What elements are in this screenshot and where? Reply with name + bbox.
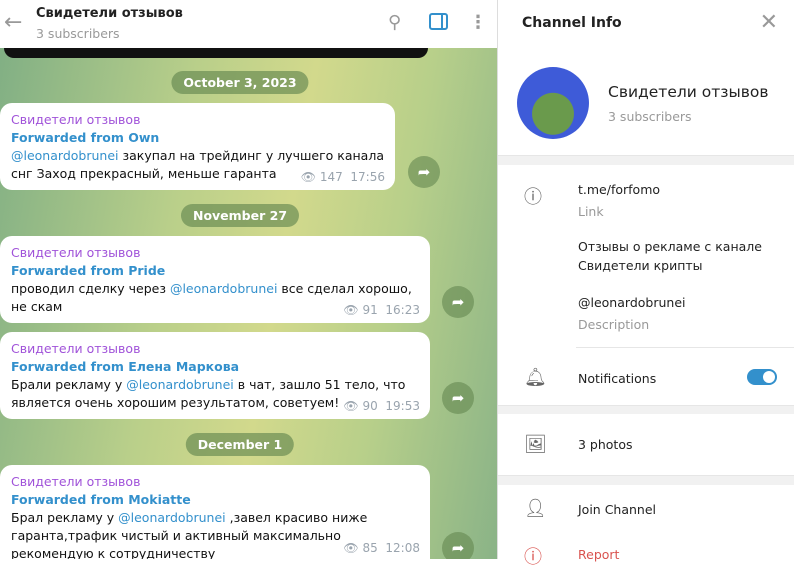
message-text: проводил сделку через (11, 281, 170, 296)
panel-title: Channel Info (522, 15, 622, 31)
view-count: 85 (362, 541, 378, 555)
forwarded-from[interactable]: Forwarded from Pride (11, 262, 419, 280)
message-time: 16:23 (385, 303, 420, 317)
sidebar-toggle-icon[interactable] (429, 13, 448, 30)
bell-icon: 🔔︎ (524, 367, 547, 388)
channel-link[interactable]: t.me/forfomo (578, 182, 660, 197)
message-meta: 👁 147 17:56 (300, 170, 385, 184)
more-menu-icon[interactable]: ⋮ (469, 12, 487, 33)
message-author: Свидетели отзывов (11, 112, 141, 127)
share-icon[interactable]: ➦ (408, 156, 440, 188)
forwarded-from[interactable]: Forwarded from Mokiatte (11, 491, 419, 509)
share-icon[interactable]: ➦ (442, 382, 474, 414)
channel-avatar[interactable] (517, 67, 589, 139)
photos-item[interactable]: 3 photos (578, 437, 633, 452)
chat-area: ← Свидетели отзывов 3 subscribers ⚲ ⋮ Oc… (0, 0, 497, 559)
forwarded-from[interactable]: Forwarded from Own (11, 129, 384, 147)
report-button[interactable]: Report (578, 547, 619, 562)
divider (576, 347, 794, 348)
description-line: Свидетели крипты (578, 258, 703, 273)
message-author: Свидетели отзывов (11, 474, 141, 489)
chat-header: ← Свидетели отзывов 3 subscribers ⚲ ⋮ (0, 0, 497, 48)
message-time: 19:53 (385, 399, 420, 413)
add-user-icon: 👤︎ (524, 498, 547, 519)
description-label: Description (578, 317, 650, 332)
divider (498, 475, 794, 485)
message-bubble[interactable]: Свидетели отзывов Forwarded from Own @le… (0, 103, 395, 190)
message-text: Брал рекламу у (11, 510, 119, 525)
notifications-label[interactable]: Notifications (578, 371, 656, 386)
photo-icon: 🖼︎ (524, 434, 547, 455)
divider (498, 155, 794, 165)
view-count: 91 (362, 303, 378, 317)
message-author: Свидетели отзывов (11, 245, 141, 260)
divider (498, 405, 794, 414)
message-author: Свидетели отзывов (11, 341, 141, 356)
notifications-toggle[interactable] (747, 369, 777, 385)
message-text: Брали рекламу у (11, 377, 127, 392)
message-bubble[interactable]: Свидетели отзывов Forwarded from Mokiatt… (0, 465, 430, 559)
message-time: 12:08 (385, 541, 420, 555)
channel-subscribers: 3 subscribers (608, 109, 692, 124)
mention-link[interactable]: @leonardobrunei (118, 510, 225, 525)
message-bubble[interactable]: Свидетели отзывов Forwarded from Елена М… (0, 332, 430, 419)
channel-name: Свидетели отзывов (608, 83, 769, 101)
message-meta: 👁 85 12:08 (343, 541, 420, 555)
description-mention[interactable]: @leonardobrunei (578, 295, 685, 310)
view-count: 147 (319, 170, 343, 184)
description-line: Отзывы о рекламе с канале (578, 239, 762, 254)
chat-title[interactable]: Свидетели отзывов (36, 6, 183, 21)
message-meta: 👁 90 19:53 (343, 399, 420, 413)
date-pill: November 27 (180, 204, 300, 227)
search-icon[interactable]: ⚲ (388, 12, 401, 33)
channel-info-panel: Channel Info ✕ Свидетели отзывов 3 subscr… (497, 0, 794, 568)
back-arrow-icon[interactable]: ← (4, 10, 22, 35)
message-meta: 👁 91 16:23 (343, 303, 420, 317)
close-icon[interactable]: ✕ (760, 10, 778, 35)
mention-link[interactable]: @leonardobrunei (11, 148, 118, 163)
date-pill: December 1 (185, 433, 295, 456)
link-label: Link (578, 204, 604, 219)
message-bubble[interactable]: Свидетели отзывов Forwarded from Pride п… (0, 236, 430, 323)
join-channel-button[interactable]: Join Channel (578, 502, 656, 517)
forwarded-from[interactable]: Forwarded from Елена Маркова (11, 358, 419, 376)
report-icon: ⓘ (524, 547, 542, 568)
date-pill: October 3, 2023 (171, 71, 309, 94)
mention-link[interactable]: @leonardobrunei (126, 377, 233, 392)
chat-subtitle: 3 subscribers (36, 26, 120, 41)
share-icon[interactable]: ➦ (442, 532, 474, 559)
view-count: 90 (362, 399, 378, 413)
message-time: 17:56 (350, 170, 385, 184)
info-icon: ⓘ (524, 187, 542, 208)
mention-link[interactable]: @leonardobrunei (170, 281, 277, 296)
share-icon[interactable]: ➦ (442, 286, 474, 318)
